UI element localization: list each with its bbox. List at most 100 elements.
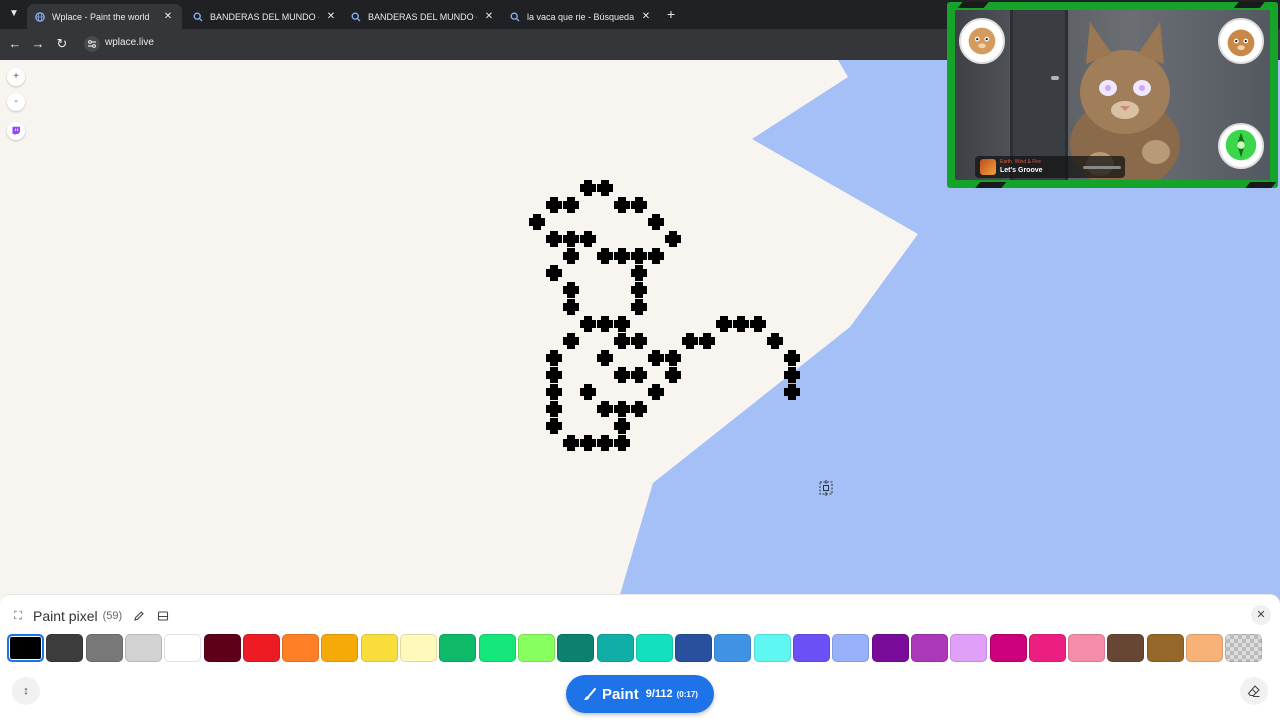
color-swatch[interactable]	[124, 634, 162, 662]
painted-pixel	[669, 367, 677, 383]
address-bar[interactable]: wplace.live	[105, 37, 154, 48]
zoom-out-button[interactable]: -	[7, 93, 25, 111]
tab-search-menu-icon[interactable]: ▼	[5, 5, 23, 23]
painted-pixel	[584, 435, 592, 451]
color-swatch[interactable]	[85, 634, 123, 662]
painted-pixel	[601, 401, 609, 417]
color-swatch[interactable]	[164, 634, 202, 662]
color-swatch[interactable]	[753, 634, 791, 662]
color-swatch[interactable]	[1068, 634, 1106, 662]
color-swatch[interactable]	[714, 634, 752, 662]
color-swatch[interactable]	[478, 634, 516, 662]
color-swatch[interactable]	[203, 634, 241, 662]
color-swatch[interactable]	[871, 634, 909, 662]
painted-pixel	[584, 231, 592, 247]
painted-pixel	[618, 316, 626, 332]
fullscreen-icon[interactable]: ⛶	[10, 608, 26, 624]
color-swatch[interactable]	[793, 634, 830, 662]
panel-title: Paint pixel	[33, 608, 98, 624]
painted-pixel	[754, 316, 762, 332]
painted-pixel	[601, 180, 609, 196]
color-swatch[interactable]	[596, 634, 634, 662]
template-icon[interactable]	[156, 609, 170, 623]
back-arrow-icon[interactable]: ←	[6, 35, 24, 53]
painted-pixel	[686, 333, 694, 349]
overlay-stripe	[973, 182, 1007, 188]
paint-panel-header: ⛶ Paint pixel (59)	[10, 607, 170, 625]
color-swatch[interactable]	[321, 634, 359, 662]
painted-pixel	[567, 248, 575, 264]
color-swatch[interactable]	[950, 634, 988, 662]
painted-pixel	[550, 384, 558, 400]
painted-pixel	[550, 350, 558, 366]
color-swatch[interactable]	[282, 634, 320, 662]
color-swatch[interactable]	[46, 634, 84, 662]
color-swatch[interactable]	[635, 634, 673, 662]
webcam-video: Earth, Wind & Fire Let's Groove	[955, 10, 1270, 180]
painted-pixel	[567, 197, 575, 213]
close-icon[interactable]: ✕	[325, 11, 337, 22]
color-swatch[interactable]	[517, 634, 555, 662]
painted-pixel	[584, 384, 592, 400]
tab-banderas-1[interactable]: BANDERAS DEL MUNDO - Búsqueda ✕	[185, 4, 345, 29]
painted-pixel	[567, 282, 575, 298]
color-swatch[interactable]	[7, 634, 44, 662]
tab-banderas-2[interactable]: BANDERAS DEL MUNDO - Búsqueda ✕	[343, 4, 503, 29]
painted-pixel	[669, 231, 677, 247]
painted-pixel	[618, 367, 626, 383]
painted-pixel	[567, 435, 575, 451]
reload-icon[interactable]: ↻	[53, 35, 71, 53]
color-swatch[interactable]	[557, 634, 595, 662]
color-swatch[interactable]	[1225, 634, 1263, 662]
close-icon[interactable]: ✕	[483, 11, 495, 22]
zoom-in-button[interactable]: +	[7, 68, 25, 86]
color-swatch[interactable]	[1028, 634, 1066, 662]
paint-timer: (0:17)	[676, 689, 698, 699]
color-swatch[interactable]	[400, 634, 437, 662]
close-panel-button[interactable]: ✕	[1251, 605, 1271, 625]
pixel-count: (59)	[102, 610, 123, 622]
badge-javier	[1218, 18, 1264, 64]
color-swatch[interactable]	[1107, 634, 1145, 662]
painted-pixel	[635, 401, 643, 417]
color-swatch[interactable]	[675, 634, 713, 662]
new-tab-button[interactable]: +	[663, 6, 679, 22]
expand-panel-button[interactable]: ↕	[12, 677, 40, 705]
painted-pixel	[550, 367, 558, 383]
site-settings-icon[interactable]	[84, 36, 100, 52]
overlay-stripe	[957, 2, 991, 8]
close-icon[interactable]: ✕	[162, 11, 174, 22]
paint-charges: 9/112	[645, 688, 673, 700]
painted-pixel	[652, 214, 660, 230]
twitch-icon[interactable]	[7, 122, 25, 140]
painted-pixel	[601, 350, 609, 366]
painted-pixel	[652, 384, 660, 400]
color-swatch[interactable]	[1186, 634, 1223, 662]
tab-la-vaca[interactable]: la vaca que rie - Búsqueda ✕	[502, 4, 660, 29]
color-swatch[interactable]	[360, 634, 398, 662]
close-icon[interactable]: ✕	[640, 11, 652, 22]
color-swatch[interactable]	[242, 634, 280, 662]
color-swatch[interactable]	[832, 634, 870, 662]
painted-pixel	[618, 248, 626, 264]
color-swatch[interactable]	[439, 634, 477, 662]
painted-pixel	[635, 265, 643, 281]
badge-skategirl	[1218, 123, 1264, 169]
color-swatch[interactable]	[1146, 634, 1184, 662]
painted-pixel	[567, 299, 575, 315]
color-swatch[interactable]	[989, 634, 1027, 662]
tab-title: la vaca que rie - Búsqueda	[527, 11, 634, 22]
search-icon	[351, 12, 361, 22]
painted-pixel	[550, 401, 558, 417]
pencil-icon[interactable]	[132, 609, 146, 623]
eraser-button[interactable]	[1240, 677, 1268, 705]
painted-pixel	[669, 350, 677, 366]
forward-arrow-icon[interactable]: →	[29, 35, 47, 53]
painted-pixel	[635, 282, 643, 298]
painted-pixel	[788, 350, 796, 366]
color-swatch[interactable]	[910, 634, 948, 662]
painted-pixel	[618, 333, 626, 349]
paint-button[interactable]: Paint 9/112 (0:17)	[566, 675, 714, 713]
tab-wplace[interactable]: Wplace - Paint the world ✕	[27, 4, 182, 29]
painted-pixel	[601, 435, 609, 451]
